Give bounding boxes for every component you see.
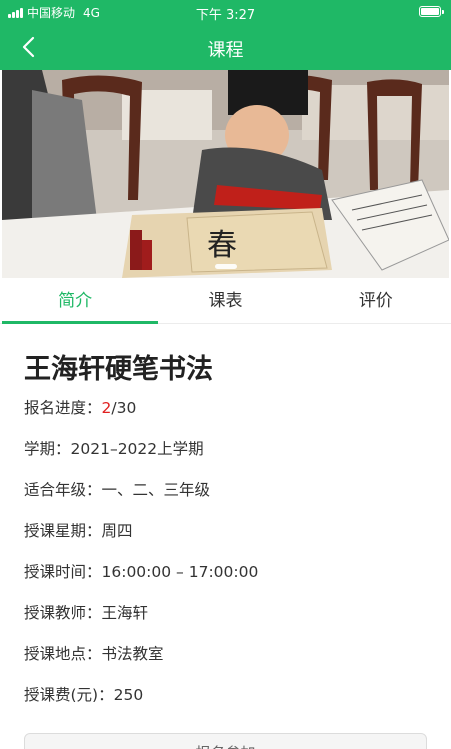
location-row: 授课地点：书法教室: [24, 645, 164, 663]
svg-text:春: 春: [207, 228, 237, 263]
status-bar: 中国移动 4G 下午 3:27: [0, 0, 451, 24]
tab-reviews[interactable]: 评价: [301, 278, 451, 323]
teacher-row: 授课教师：王海轩: [24, 604, 149, 622]
tab-bar: 简介 课表 评价: [0, 278, 451, 324]
semester-row: 学期：2021–2022上学期: [24, 440, 204, 458]
course-intro: 王海轩硬笔书法 报名进度：2/30 学期：2021–2022上学期 适合年级：一…: [24, 324, 434, 716]
weekday-row: 授课星期：周四: [24, 522, 133, 540]
time-row: 授课时间：16:00:00 – 17:00:00: [24, 563, 259, 581]
course-title: 王海轩硬笔书法: [24, 354, 213, 385]
course-banner-image[interactable]: 春: [2, 70, 449, 278]
status-time: 下午 3:27: [195, 8, 256, 23]
enroll-button[interactable]: 报名参加: [24, 733, 427, 749]
enroll-total: /30: [111, 399, 137, 417]
tab-schedule[interactable]: 课表: [150, 278, 300, 323]
tab-intro[interactable]: 简介: [0, 278, 159, 324]
calligraphy-class-photo: 春: [2, 70, 449, 278]
enroll-current: 2: [101, 399, 112, 417]
enroll-progress: 报名进度：2/30: [24, 388, 434, 429]
nav-bar: 课程: [0, 24, 451, 70]
enroll-label: 报名进度：: [24, 399, 102, 417]
page-title: 课程: [207, 40, 244, 61]
app-header: 中国移动 4G 下午 3:27 课程: [0, 0, 451, 70]
battery-icon: [419, 6, 444, 17]
grades-row: 适合年级：一、二、三年级: [24, 481, 211, 499]
fee-row: 授课费(元)：250: [24, 686, 144, 704]
